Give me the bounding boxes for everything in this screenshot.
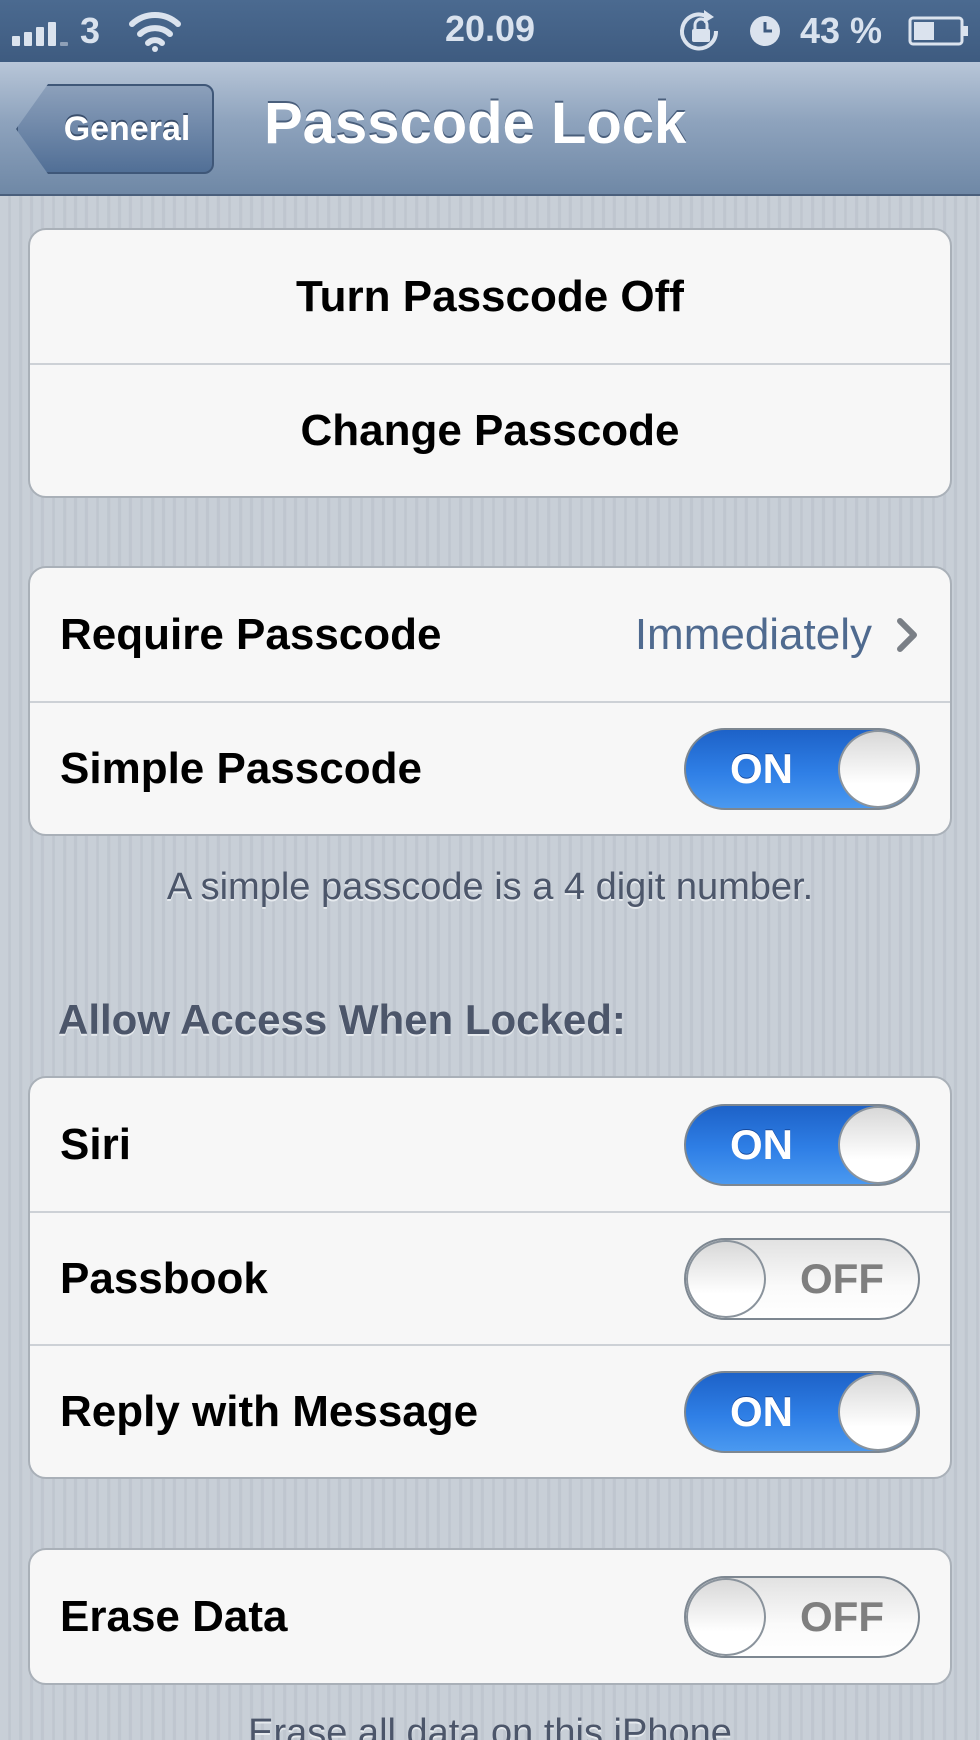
toggle-knob: [838, 729, 918, 808]
erase-data-group: Erase Data OFF: [28, 1548, 952, 1685]
siri-toggle[interactable]: ON: [684, 1103, 920, 1186]
toggle-state-text: ON: [730, 744, 793, 792]
passbook-toggle[interactable]: OFF: [684, 1237, 920, 1320]
siri-row: Siri ON: [30, 1078, 950, 1211]
page-title: Passcode Lock: [264, 91, 687, 156]
erase-data-label: Erase Data: [60, 1591, 288, 1641]
reply-with-message-row: Reply with Message ON: [30, 1344, 950, 1477]
simple-passcode-row: Simple Passcode ON: [30, 701, 950, 834]
passcode-actions-group: Turn Passcode Off Change Passcode: [28, 228, 952, 498]
passbook-label: Passbook: [60, 1253, 268, 1303]
toggle-state-text: ON: [730, 1387, 793, 1435]
require-passcode-value: Immediately: [634, 609, 872, 659]
battery-percentage: 43 %: [800, 10, 883, 51]
change-passcode-button[interactable]: Change Passcode: [30, 363, 950, 496]
status-bar: 3 20.09 43 %: [0, 0, 980, 62]
alarm-icon: [750, 16, 780, 46]
toggle-knob: [686, 1239, 766, 1318]
change-passcode-label: Change Passcode: [300, 405, 680, 455]
simple-passcode-footnote: A simple passcode is a 4 digit number.: [166, 866, 814, 908]
allow-access-group: Siri ON Passbook OFF Reply with Message …: [28, 1076, 952, 1479]
toggle-state-text: ON: [730, 1120, 793, 1168]
reply-with-message-toggle[interactable]: ON: [684, 1370, 920, 1453]
passcode-settings-group: Require Passcode Immediately Simple Pass…: [28, 566, 952, 836]
reply-with-message-label: Reply with Message: [60, 1386, 479, 1436]
chevron-right-icon: [897, 617, 917, 652]
battery-icon: [908, 16, 968, 46]
toggle-state-text: OFF: [800, 1592, 884, 1640]
simple-passcode-label: Simple Passcode: [60, 743, 422, 793]
erase-data-row: Erase Data OFF: [30, 1550, 950, 1683]
erase-data-footnote: Erase all data on this iPhone: [248, 1712, 732, 1740]
rotation-lock-icon: [680, 10, 719, 51]
back-button[interactable]: General: [16, 84, 214, 174]
toggle-knob: [838, 1105, 918, 1184]
toggle-state-text: OFF: [800, 1254, 884, 1302]
allow-access-header: Allow Access When Locked:: [58, 996, 626, 1043]
erase-data-toggle[interactable]: OFF: [684, 1575, 920, 1658]
simple-passcode-toggle[interactable]: ON: [684, 727, 920, 810]
toggle-knob: [686, 1577, 766, 1656]
require-passcode-row[interactable]: Require Passcode Immediately: [30, 568, 950, 701]
passbook-row: Passbook OFF: [30, 1211, 950, 1344]
siri-label: Siri: [60, 1119, 131, 1169]
navigation-bar: General Passcode Lock: [0, 62, 980, 196]
require-passcode-label: Require Passcode: [60, 609, 442, 659]
toggle-knob: [838, 1372, 918, 1451]
turn-passcode-off-button[interactable]: Turn Passcode Off: [30, 230, 950, 363]
back-button-label: General: [63, 109, 191, 148]
turn-passcode-off-label: Turn Passcode Off: [296, 271, 684, 321]
